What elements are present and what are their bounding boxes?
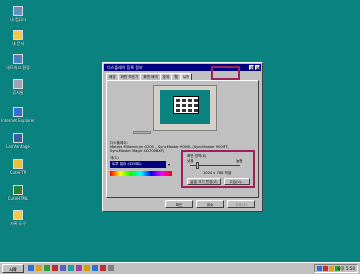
desktop-icon-label: CuteHTML	[7, 196, 29, 201]
display-properties-dialog: 디스플레이 등록 정보 ? × 배경 화면 보호기 화면 배색 효과 웹 설정 …	[102, 62, 263, 212]
desktop-icon-label: 내 컴퓨터	[10, 17, 26, 22]
tab-strip: 배경 화면 보호기 화면 배색 효과 웹 설정	[106, 73, 193, 80]
preview-window	[173, 96, 199, 114]
quicklaunch-icon[interactable]	[108, 265, 114, 271]
desktop-icon[interactable]: 네트워크 환경	[1, 54, 35, 70]
screen-area-group: 화면 영역(S) 낮음 높음 1024 x 768 픽셀 글꼴 크기 변경(Z)…	[181, 150, 255, 188]
desktop-icon-label: 내 문서	[11, 41, 25, 46]
desktop-icon-label: LanVantage	[6, 144, 30, 149]
colors-selected-value: 트루 컬러 (32비트)	[112, 162, 142, 166]
preview-icon	[176, 99, 180, 102]
resolution-high-label: 높음	[236, 159, 243, 163]
preview-icon	[194, 109, 198, 112]
desktop-icon-image	[13, 210, 23, 220]
dialog-title: 디스플레이 등록 정보	[107, 65, 143, 70]
tab-appearance[interactable]: 화면 배색	[140, 73, 161, 80]
system-tray: 오후 5:50	[314, 264, 358, 273]
resolution-slider-thumb[interactable]	[196, 162, 199, 169]
desktop-icon-image	[13, 54, 23, 64]
quicklaunch-icon[interactable]	[100, 265, 106, 271]
desktop-icon-label: CuteFTP	[9, 170, 27, 175]
start-button[interactable]: 시작	[2, 264, 24, 273]
tray-icon[interactable]	[323, 266, 328, 271]
desktop-icon-label: 네트워크 환경	[6, 65, 30, 70]
preview-icon	[182, 109, 186, 112]
quicklaunch-icon[interactable]	[52, 265, 58, 271]
quicklaunch-icon[interactable]	[84, 265, 90, 271]
close-button[interactable]: ×	[255, 65, 260, 71]
desktop-icon-image	[13, 79, 23, 89]
tray-icon[interactable]	[329, 266, 334, 271]
quicklaunch-icon[interactable]	[60, 265, 66, 271]
preview-icon	[182, 104, 186, 107]
desktop-icon[interactable]: LanVantage	[1, 133, 35, 149]
desktop-icon-image	[13, 185, 23, 195]
desktop-icon[interactable]: Internet Explorer	[1, 107, 35, 123]
desktop-icon-label: Internet Explorer	[1, 118, 35, 123]
preview-icon	[188, 99, 192, 102]
desktop-icon[interactable]: 기록 도구	[1, 210, 35, 226]
color-spectrum-bar	[110, 171, 172, 176]
help-button[interactable]: ?	[249, 65, 254, 71]
preview-icon	[188, 109, 192, 112]
advanced-button[interactable]: 고급(V)...	[224, 178, 250, 185]
settings-tab-highlight	[211, 66, 240, 80]
quicklaunch-icon[interactable]	[44, 265, 50, 271]
quicklaunch-icon[interactable]	[28, 265, 34, 271]
preview-icon	[182, 99, 186, 102]
desktop-icon-image	[13, 133, 23, 143]
quicklaunch-icon[interactable]	[68, 265, 74, 271]
desktop-icon[interactable]: CuteFTP	[1, 159, 35, 175]
quicklaunch-icon[interactable]	[76, 265, 82, 271]
preview-icon	[194, 99, 198, 102]
desktop-icon[interactable]: 내 문서	[1, 30, 35, 46]
preview-icon	[188, 104, 192, 107]
colors-select[interactable]: 트루 컬러 (32비트) ▾	[110, 161, 172, 168]
resolution-low-label: 낮음	[187, 159, 194, 163]
desktop-icon-image	[13, 159, 23, 169]
tray-icon[interactable]	[317, 266, 322, 271]
desktop-icon-image	[13, 107, 23, 117]
monitor-stand	[133, 131, 151, 134]
tab-settings[interactable]: 설정	[179, 73, 193, 80]
preview-icon	[176, 109, 180, 112]
desktop-icon[interactable]: 휴지통	[1, 79, 35, 95]
preview-desktop	[160, 90, 210, 124]
monitor-preview	[153, 85, 217, 131]
preview-icon	[176, 104, 180, 107]
desktop-icon[interactable]: CuteHTML	[1, 185, 35, 201]
desktop-icon-label: 휴지통	[12, 90, 24, 95]
tab-screen-saver[interactable]: 화면 보호기	[117, 73, 142, 80]
quicklaunch-icon[interactable]	[92, 265, 98, 271]
desktop-icon-image	[13, 30, 23, 40]
desktop: 내 컴퓨터내 문서네트워크 환경휴지통 Internet Explorer LanV…	[0, 0, 360, 262]
clock: 오후 5:50	[337, 266, 355, 271]
desktop-icon-image	[13, 6, 23, 16]
cancel-button[interactable]: 취소	[196, 200, 224, 208]
font-size-button[interactable]: 글꼴 크기 변경(Z)	[187, 178, 221, 185]
quicklaunch-icon[interactable]	[36, 265, 42, 271]
settings-panel: 디스플레이: Matrox Millennium G200 _ SyncMast…	[106, 80, 259, 198]
apply-button[interactable]: 적용(A)	[227, 200, 255, 208]
desktop-icon-label: 기록 도구	[10, 221, 26, 226]
ok-button[interactable]: 확인	[165, 200, 193, 208]
chevron-down-icon[interactable]: ▾	[166, 161, 172, 168]
colors-group: 색(C) 트루 컬러 (32비트) ▾	[110, 156, 176, 182]
taskbar: 시작 오후 5:50	[0, 262, 360, 274]
preview-icon	[194, 104, 198, 107]
resolution-value: 1024 x 768 픽셀	[203, 171, 232, 175]
desktop-icon[interactable]: 내 컴퓨터	[1, 6, 35, 22]
